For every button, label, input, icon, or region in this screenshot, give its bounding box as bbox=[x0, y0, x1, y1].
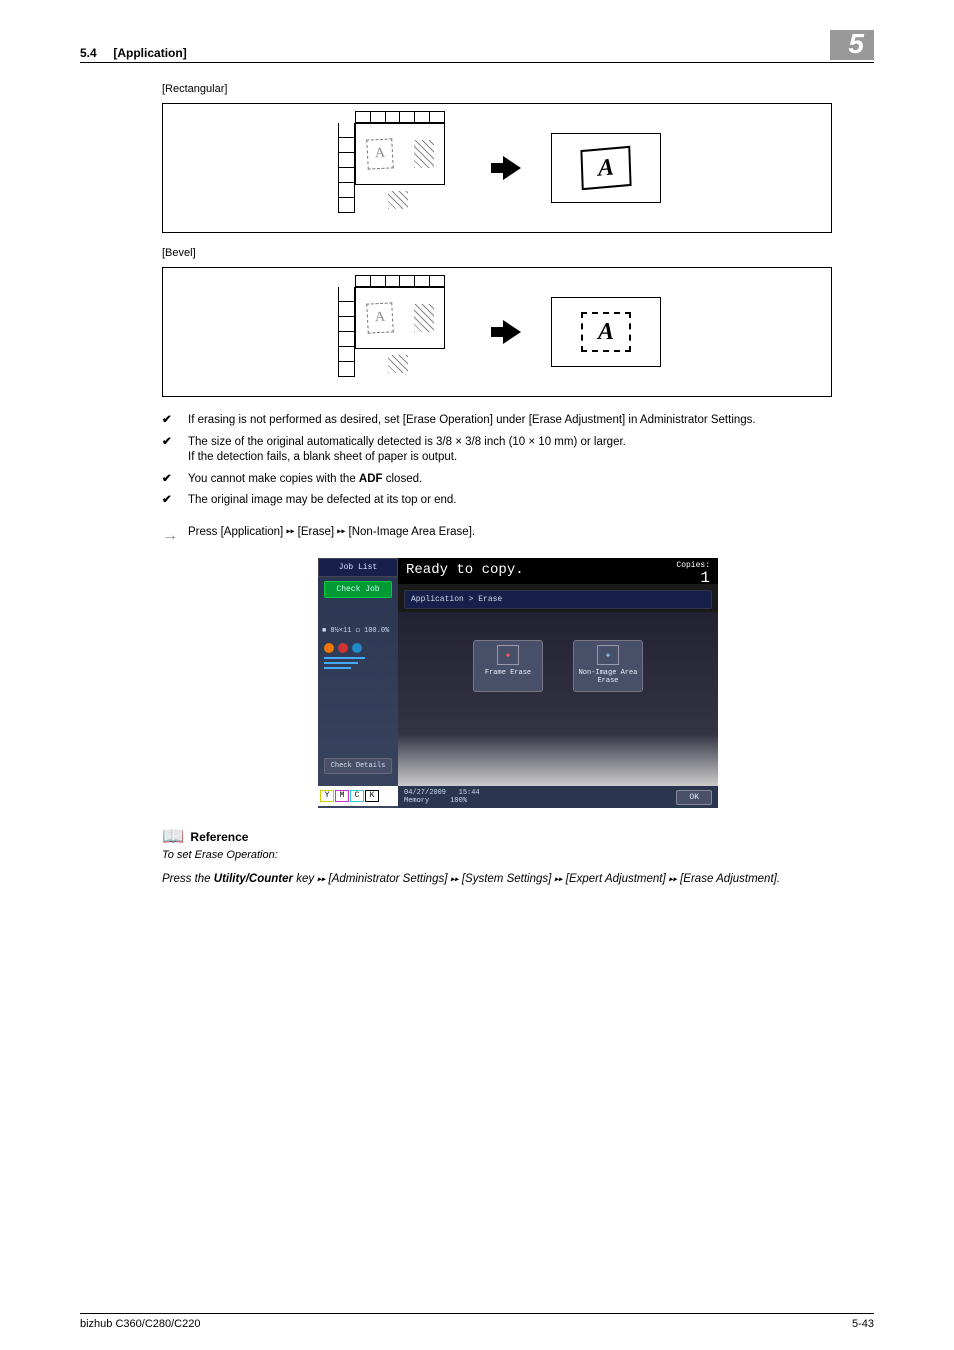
toner-y: Y bbox=[320, 790, 334, 802]
original-glyph: A bbox=[366, 302, 394, 333]
arrow-right-icon: → bbox=[162, 525, 188, 547]
chapter-badge: 5 bbox=[830, 30, 874, 60]
list-item: ✔ The original image may be defected at … bbox=[162, 493, 874, 509]
frame-erase-icon: ◆ bbox=[497, 645, 519, 665]
hatch-icon bbox=[414, 304, 434, 332]
check-job-button[interactable]: Check Job bbox=[324, 581, 392, 598]
footer-pagenum: 5-43 bbox=[852, 1318, 874, 1330]
nav-text: Press [Application] ▸▸ [Erase] ▸▸ [Non-I… bbox=[188, 525, 475, 547]
toner-icon bbox=[338, 643, 348, 653]
page-header: 5.4 [Application] 5 bbox=[80, 30, 874, 63]
screenshot-wrap: Job List Check Job ■ 8½×11 ◻ 100.0% Chec… bbox=[162, 558, 874, 808]
toner-icon bbox=[324, 643, 334, 653]
frame-erase-button[interactable]: ◆ Frame Erase bbox=[473, 640, 543, 692]
original-glyph: A bbox=[366, 138, 394, 169]
notes-list: ✔ If erasing is not performed as desired… bbox=[162, 413, 874, 509]
book-icon: 📖 bbox=[162, 826, 184, 847]
job-list-tab[interactable]: Job List bbox=[318, 558, 398, 577]
status-area: ■ 8½×11 ◻ 100.0% bbox=[318, 622, 398, 639]
footer-info: 04/27/2009 15:44 Memory 100% bbox=[404, 789, 480, 805]
reference-subtitle: To set Erase Operation: bbox=[162, 849, 874, 861]
reference-block: 📖 Reference To set Erase Operation: Pres… bbox=[162, 826, 874, 887]
output-frame: A bbox=[551, 133, 661, 203]
arrow-right-icon bbox=[503, 320, 521, 344]
arrow-right-icon bbox=[503, 156, 521, 180]
toner-k: K bbox=[365, 790, 379, 802]
reference-body: Press the Utility/Counter key ▸▸ [Admini… bbox=[162, 871, 874, 887]
toner-c: C bbox=[350, 790, 364, 802]
scanner-illustration: A bbox=[333, 123, 473, 213]
ok-button[interactable]: OK bbox=[676, 790, 712, 805]
section-number: 5.4 bbox=[80, 46, 97, 60]
check-details-button[interactable]: Check Details bbox=[324, 758, 392, 774]
check-icon: ✔ bbox=[162, 493, 188, 509]
hatch-icon bbox=[388, 355, 408, 373]
note-text: The size of the original automatically d… bbox=[188, 435, 626, 466]
screen-main: Ready to copy. Copies: 1 Application > E… bbox=[398, 558, 718, 808]
screen-sidebar: Job List Check Job ■ 8½×11 ◻ 100.0% Chec… bbox=[318, 558, 398, 808]
note-text: If erasing is not performed as desired, … bbox=[188, 413, 756, 429]
label-rectangular: [Rectangular] bbox=[162, 83, 874, 95]
check-icon: ✔ bbox=[162, 435, 188, 466]
device-screen: Job List Check Job ■ 8½×11 ◻ 100.0% Chec… bbox=[318, 558, 718, 808]
output-frame: A bbox=[551, 297, 661, 367]
page-footer: bizhub C360/C280/C220 5-43 bbox=[80, 1313, 874, 1330]
status-bar: Ready to copy. Copies: 1 bbox=[398, 558, 718, 584]
ready-text: Ready to copy. bbox=[406, 562, 524, 578]
copies-counter: Copies: 1 bbox=[676, 562, 710, 586]
diagram-rectangular: A A bbox=[162, 103, 832, 233]
footer-model: bizhub C360/C280/C220 bbox=[80, 1318, 200, 1330]
section-title: [Application] bbox=[113, 46, 186, 60]
screen-body: ◆ Frame Erase ◈ Non-Image Area Erase bbox=[398, 612, 718, 786]
label-bevel: [Bevel] bbox=[162, 247, 874, 259]
page-content: [Rectangular] A A [Bevel] A bbox=[162, 83, 874, 887]
toner-icons bbox=[324, 643, 392, 653]
reference-heading: 📖 Reference bbox=[162, 826, 874, 847]
tray-indicators bbox=[324, 657, 392, 669]
output-glyph-rect: A bbox=[580, 146, 631, 190]
section-heading: 5.4 [Application] bbox=[80, 46, 187, 60]
note-text: The original image may be defected at it… bbox=[188, 493, 457, 509]
check-icon: ✔ bbox=[162, 413, 188, 429]
list-item: ✔ If erasing is not performed as desired… bbox=[162, 413, 874, 429]
diagram-bevel: A A bbox=[162, 267, 832, 397]
check-icon: ✔ bbox=[162, 472, 188, 488]
toner-m: M bbox=[335, 790, 349, 802]
hatch-icon bbox=[388, 191, 408, 209]
scanner-illustration: A bbox=[333, 287, 473, 377]
toner-levels: Y M C K bbox=[318, 786, 398, 806]
hatch-icon bbox=[414, 140, 434, 168]
note-text: You cannot make copies with the ADF clos… bbox=[188, 472, 422, 488]
breadcrumb: Application > Erase bbox=[404, 590, 712, 609]
screen-footer: 04/27/2009 15:44 Memory 100% OK bbox=[398, 786, 718, 808]
toner-icon bbox=[352, 643, 362, 653]
nav-instruction: → Press [Application] ▸▸ [Erase] ▸▸ [Non… bbox=[162, 525, 874, 547]
list-item: ✔ You cannot make copies with the ADF cl… bbox=[162, 472, 874, 488]
non-image-erase-button[interactable]: ◈ Non-Image Area Erase bbox=[573, 640, 643, 692]
list-item: ✔ The size of the original automatically… bbox=[162, 435, 874, 466]
non-image-erase-icon: ◈ bbox=[597, 645, 619, 665]
output-glyph-bevel: A bbox=[581, 312, 631, 352]
